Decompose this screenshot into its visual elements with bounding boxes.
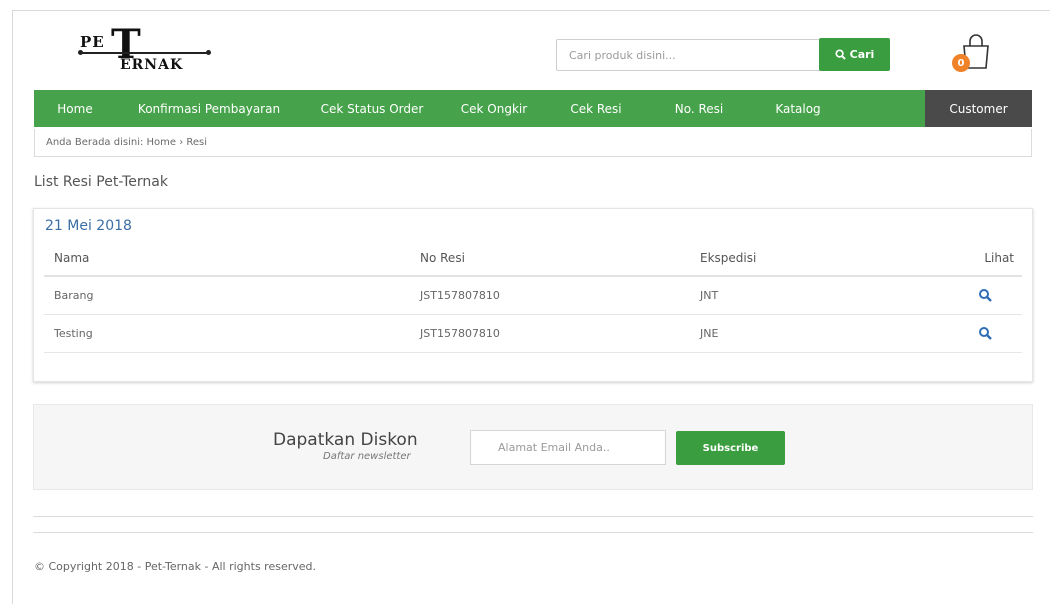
- footer-divider-bottom: [33, 532, 1033, 533]
- main-nav: Home Konfirmasi Pembayaran Cek Status Or…: [34, 90, 1032, 127]
- cell-ekspedisi: JNE: [690, 314, 952, 353]
- newsletter-title: Dapatkan Diskon: [273, 430, 418, 450]
- search-icon[interactable]: [978, 326, 992, 340]
- logo-text-top: PE: [80, 33, 105, 51]
- table-row: Barang JST157807810 JNT: [44, 276, 1022, 315]
- cell-nama: Barang: [44, 276, 410, 315]
- footer-copyright: © Copyright 2018 - Pet-Ternak - All righ…: [34, 560, 317, 573]
- footer-divider-top: [33, 516, 1033, 517]
- cell-ekspedisi: JNT: [690, 276, 952, 315]
- cell-lihat: [952, 314, 1022, 353]
- logo-text-bottom: ERNAK: [120, 57, 184, 73]
- search-input[interactable]: [556, 39, 820, 71]
- logo-dot-right: [206, 50, 211, 55]
- cell-lihat: [952, 276, 1022, 315]
- logo-rule: [80, 52, 208, 54]
- cell-no-resi: JST157807810: [410, 276, 690, 315]
- search-button[interactable]: Cari: [819, 38, 890, 71]
- breadcrumb: Anda Berada disini: Home › Resi: [34, 129, 1032, 157]
- header-nama: Nama: [44, 241, 410, 277]
- search-icon: [835, 49, 846, 60]
- nav-item-konfirmasi-pembayaran[interactable]: Konfirmasi Pembayaran: [116, 90, 302, 127]
- nav-item-katalog[interactable]: Katalog: [752, 90, 844, 127]
- nav-item-no-resi[interactable]: No. Resi: [646, 90, 752, 127]
- newsletter-email-input[interactable]: [470, 430, 666, 465]
- newsletter-section: Dapatkan Diskon Daftar newsletter Subscr…: [33, 404, 1033, 490]
- header-no-resi: No Resi: [410, 241, 690, 277]
- table-row: Testing JST157807810 JNE: [44, 314, 1022, 353]
- logo-dot-left: [78, 50, 83, 55]
- newsletter-subtitle: Daftar newsletter: [323, 451, 411, 462]
- cell-no-resi: JST157807810: [410, 314, 690, 353]
- cell-nama: Testing: [44, 314, 410, 353]
- nav-item-cek-resi[interactable]: Cek Resi: [546, 90, 646, 127]
- search-button-label: Cari: [849, 48, 875, 61]
- resi-date: 21 Mei 2018: [45, 218, 132, 234]
- cart-button[interactable]: 0: [952, 34, 992, 74]
- table-header-row: Nama No Resi Ekspedisi Lihat: [44, 241, 1022, 277]
- subscribe-button[interactable]: Subscribe: [676, 431, 785, 465]
- header-ekspedisi: Ekspedisi: [690, 241, 952, 277]
- site-logo[interactable]: PE T ERNAK: [68, 22, 218, 80]
- cart-count-badge: 0: [952, 54, 970, 72]
- resi-panel: 21 Mei 2018 Nama No Resi Ekspedisi Lihat…: [33, 208, 1033, 382]
- breadcrumb-text: Anda Berada disini: Home › Resi: [46, 137, 208, 148]
- nav-item-cek-status-order[interactable]: Cek Status Order: [302, 90, 442, 127]
- resi-table: Nama No Resi Ekspedisi Lihat Barang JST1…: [44, 241, 1022, 353]
- nav-item-home[interactable]: Home: [34, 90, 116, 127]
- nav-item-cek-ongkir[interactable]: Cek Ongkir: [442, 90, 546, 127]
- search-icon[interactable]: [978, 288, 992, 303]
- header-lihat: Lihat: [952, 241, 1022, 277]
- page-title: List Resi Pet-Ternak: [34, 174, 168, 190]
- nav-item-customer[interactable]: Customer: [925, 90, 1032, 127]
